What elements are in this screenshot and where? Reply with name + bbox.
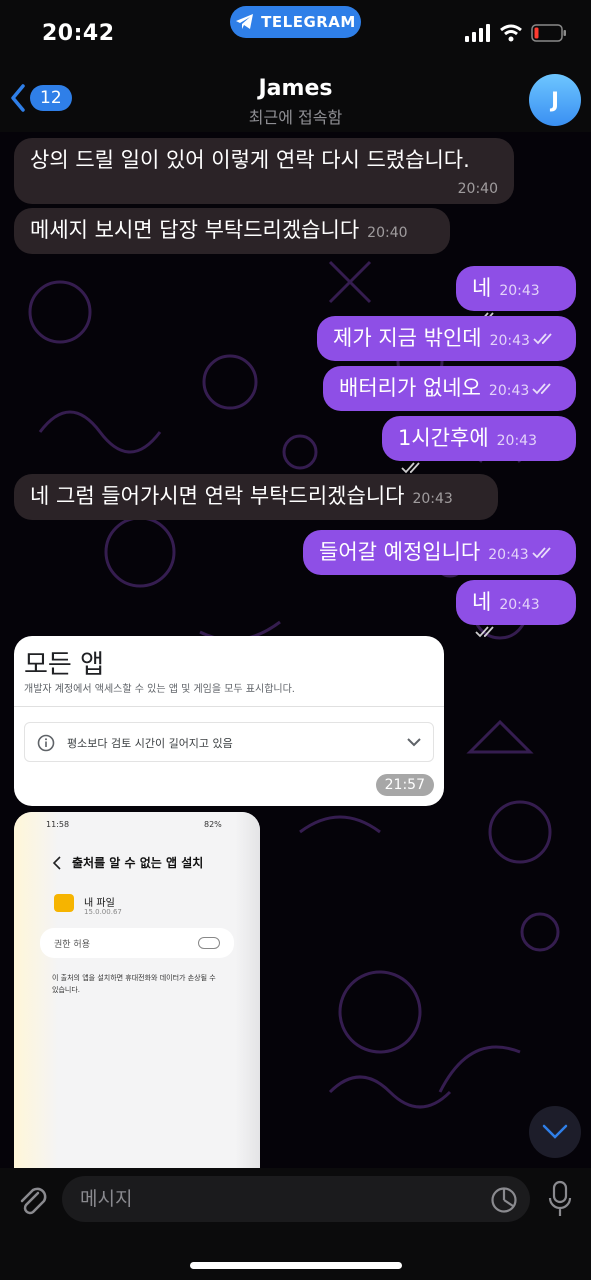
chat-subtitle: 최근에 접속함: [248, 108, 343, 127]
info-icon: [37, 734, 55, 752]
phone-status-time: 11:58: [46, 820, 70, 829]
image-time: 21:57: [375, 774, 434, 796]
image-description: 개발자 계정에서 액세스할 수 있는 앱 및 게임을 모두 표시합니다.: [24, 684, 295, 695]
double-check-icon: [533, 333, 552, 345]
message-text: 메세지 보시면 답장 부탁드리겠습니다: [30, 218, 360, 242]
image-message[interactable]: 모든 앱 개발자 계정에서 액세스할 수 있는 앱 및 게임을 모두 표시합니다…: [14, 636, 444, 806]
battery-icon: [531, 24, 566, 42]
message-time: 20:43: [496, 433, 537, 449]
scroll-down-button[interactable]: [529, 1106, 581, 1158]
composer: [0, 1168, 591, 1280]
permission-label: 권한 허용: [54, 940, 90, 950]
chat-title[interactable]: James: [0, 76, 591, 101]
message-incoming[interactable]: 메세지 보시면 답장 부탁드리겠습니다 20:40: [14, 208, 450, 254]
chevron-down-icon: [542, 1124, 568, 1139]
toggle-switch: [198, 937, 220, 949]
double-check-icon: [401, 462, 420, 474]
permission-row: 권한 허용: [40, 928, 234, 958]
status-time: 20:42: [42, 21, 115, 46]
wifi-icon: [500, 24, 522, 42]
message-outgoing[interactable]: 들어갈 예정입니다 20:43: [303, 530, 576, 575]
message-outgoing[interactable]: 네 20:43: [456, 266, 576, 324]
divider: [14, 706, 444, 707]
message-incoming[interactable]: 상의 드릴 일이 있어 이렇게 연락 다시 드렸습니다. 20:40: [14, 138, 514, 204]
app-name: 내 파일: [84, 898, 115, 909]
settings-title: 출처를 알 수 없는 앱 설치: [72, 856, 204, 870]
message-input[interactable]: [62, 1176, 530, 1222]
home-indicator: [190, 1262, 402, 1269]
message-outgoing[interactable]: 제가 지금 밖인데 20:43: [317, 316, 576, 361]
message-time: 20:43: [488, 383, 530, 399]
microphone-icon[interactable]: [548, 1180, 572, 1218]
image-heading: 모든 앱: [24, 650, 105, 680]
notice-row: 평소보다 검토 시간이 길어지고 있음: [24, 722, 434, 762]
attach-icon[interactable]: [16, 1183, 48, 1217]
message-time: 20:43: [488, 547, 529, 563]
double-check-icon: [532, 383, 551, 395]
double-check-icon: [531, 547, 551, 559]
sticker-icon[interactable]: [490, 1186, 518, 1214]
avatar[interactable]: J: [529, 74, 581, 126]
message-incoming[interactable]: 네 그럼 들어가시면 연락 부탁드리겠습니다 20:43: [14, 474, 498, 520]
telegram-pill[interactable]: TELEGRAM: [230, 6, 361, 38]
message-text: 배터리가 없네오: [339, 376, 481, 400]
message-outgoing[interactable]: 배터리가 없네오 20:43: [323, 366, 576, 411]
message-time: 20:43: [499, 597, 540, 613]
message-text: 제가 지금 밖인데: [333, 326, 482, 350]
image-message[interactable]: 11:58 82% 출처를 알 수 없는 앱 설치 내 파일 15.0.00.6…: [14, 812, 260, 1168]
folder-icon: [54, 894, 74, 912]
notice-text: 평소보다 검토 시간이 길어지고 있음: [67, 737, 233, 750]
status-bar: 20:42 TELEGRAM: [0, 0, 591, 64]
back-arrow-icon: [52, 856, 61, 870]
status-icons: [465, 24, 567, 42]
message-text: 네 그럼 들어가시면 연락 부탁드리겠습니다: [30, 484, 405, 508]
app-version: 15.0.00.67: [84, 908, 122, 916]
message-time: 20:43: [489, 333, 530, 349]
double-check-icon: [475, 626, 494, 638]
message-text: 상의 드릴 일이 있어 이렇게 연락 다시 드렸습니다.: [30, 148, 470, 172]
avatar-letter: J: [551, 88, 559, 112]
message-time: 20:40: [367, 225, 408, 241]
warning-text: 이 출처의 앱을 설치하면 휴대전화와 데이터가 손상될 수 있습니다.: [52, 974, 216, 994]
message-time: 20:43: [412, 491, 453, 507]
message-time: 20:40: [457, 181, 498, 197]
message-outgoing[interactable]: 네 20:43: [456, 580, 576, 638]
signal-icon: [465, 24, 490, 42]
chevron-down-icon: [407, 738, 421, 747]
message-text: 1시간후에: [398, 426, 489, 450]
message-outgoing[interactable]: 1시간후에 20:43: [382, 416, 576, 474]
telegram-pill-label: TELEGRAM: [261, 13, 356, 31]
telegram-plane-icon: [236, 14, 254, 29]
phone-battery: 82%: [204, 820, 222, 829]
message-text: 네: [472, 590, 492, 614]
message-time: 20:43: [499, 283, 540, 299]
message-text: 네: [472, 276, 492, 300]
chat-header: 12 James 최근에 접속함 J: [0, 64, 591, 132]
message-text: 들어갈 예정입니다: [319, 540, 481, 564]
